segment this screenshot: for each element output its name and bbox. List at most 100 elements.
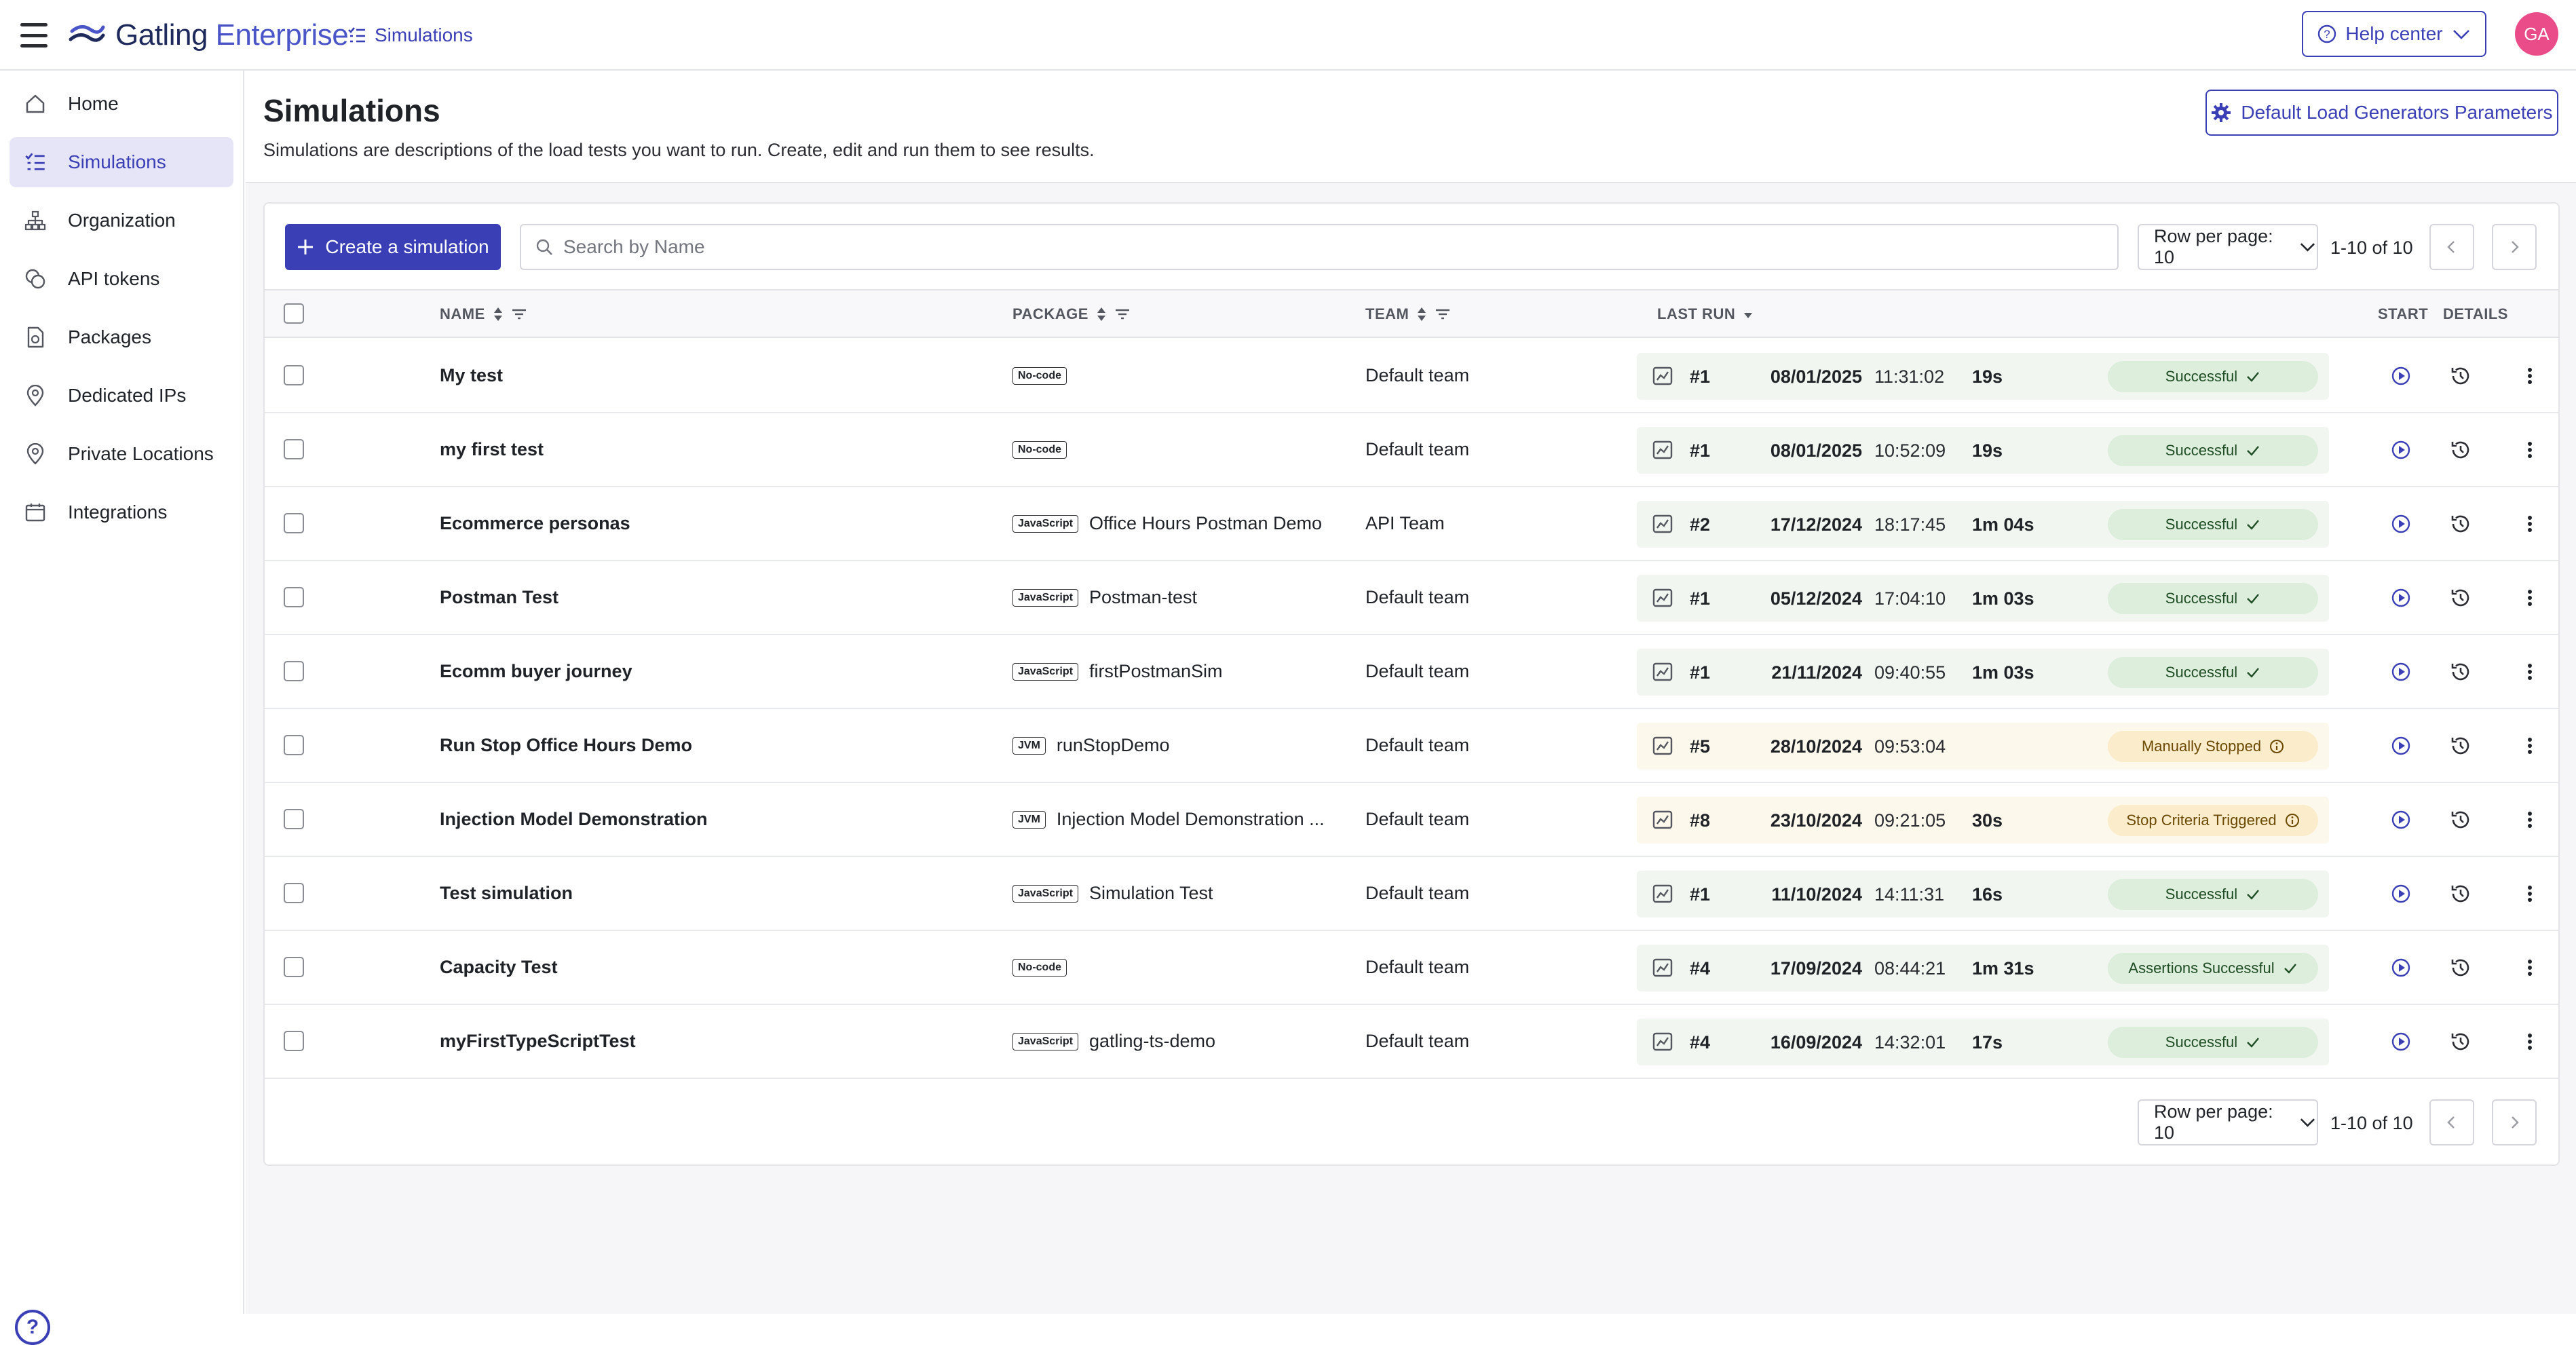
last-run-cell[interactable]: #1 21/11/2024 09:40:55 1m 03s Successful: [1637, 649, 2329, 696]
run-history-button[interactable]: [2447, 1028, 2474, 1055]
help-icon[interactable]: ?: [15, 1310, 50, 1345]
start-simulation-button[interactable]: [2387, 510, 2414, 537]
app-logo[interactable]: Gatling Enterprise: [68, 15, 349, 56]
row-checkbox[interactable]: [284, 661, 304, 681]
create-simulation-button[interactable]: Create a simulation: [285, 224, 501, 270]
last-run-cell[interactable]: #4 17/09/2024 08:44:21 1m 31s Assertions Suc…: [1637, 945, 2329, 991]
table-row[interactable]: Ecomm buyer journey JavaScript firstPostma…: [265, 635, 2558, 709]
run-history-button[interactable]: [2447, 806, 2474, 833]
simulation-name[interactable]: Run Stop Office Hours Demo: [440, 709, 692, 782]
start-simulation-button[interactable]: [2387, 954, 2414, 981]
sidebar-item-private-locations[interactable]: Private Locations: [10, 429, 233, 479]
footer-next-page-button[interactable]: [2492, 1099, 2537, 1145]
run-history-button[interactable]: [2447, 584, 2474, 611]
row-checkbox[interactable]: [284, 809, 304, 829]
row-more-menu-button[interactable]: [2516, 658, 2543, 685]
last-run-cell[interactable]: #1 11/10/2024 14:11:31 16s Successful: [1637, 871, 2329, 917]
table-row[interactable]: Test simulation JavaScript Simulation Test…: [265, 857, 2558, 931]
table-row[interactable]: Run Stop Office Hours Demo JVM runStopDemo…: [265, 709, 2558, 783]
hamburger-menu-icon[interactable]: [20, 23, 48, 48]
start-simulation-button[interactable]: [2387, 362, 2414, 390]
simulation-name[interactable]: my first test: [440, 413, 544, 486]
column-team[interactable]: TEAM: [1365, 290, 1451, 338]
next-page-button[interactable]: [2492, 224, 2537, 270]
help-center-button[interactable]: ? Help center: [2302, 11, 2486, 57]
last-run-cell[interactable]: #1 08/01/2025 11:31:02 19s Successful: [1637, 353, 2329, 400]
start-simulation-button[interactable]: [2387, 880, 2414, 907]
row-checkbox[interactable]: [284, 1031, 304, 1051]
row-checkbox[interactable]: [284, 439, 304, 459]
table-row[interactable]: myFirstTypeScriptTest JavaScript gatling-t…: [265, 1005, 2558, 1079]
user-avatar[interactable]: GA: [2515, 12, 2558, 56]
sidebar-item-integrations[interactable]: Integrations: [10, 487, 233, 537]
simulation-name[interactable]: Capacity Test: [440, 931, 558, 1004]
rows-per-page-select[interactable]: Row per page: 10: [2138, 224, 2318, 270]
run-history-button[interactable]: [2447, 880, 2474, 907]
row-more-menu-button[interactable]: [2516, 1028, 2543, 1055]
row-more-menu-button[interactable]: [2516, 806, 2543, 833]
simulation-name[interactable]: Test simulation: [440, 857, 573, 930]
row-checkbox[interactable]: [284, 957, 304, 977]
row-checkbox[interactable]: [284, 587, 304, 607]
table-row[interactable]: Postman Test JavaScript Postman-test Defaul…: [265, 561, 2558, 635]
start-simulation-button[interactable]: [2387, 1028, 2414, 1055]
footer-previous-page-button[interactable]: [2429, 1099, 2474, 1145]
table-row[interactable]: Injection Model Demonstration JVM Injectio…: [265, 783, 2558, 857]
search-input[interactable]: [563, 236, 2056, 258]
row-checkbox[interactable]: [284, 883, 304, 903]
row-more-menu-button[interactable]: [2516, 584, 2543, 611]
row-more-menu-button[interactable]: [2516, 436, 2543, 463]
start-simulation-button[interactable]: [2387, 732, 2414, 759]
last-run-cell[interactable]: #4 16/09/2024 14:32:01 17s Successful: [1637, 1019, 2329, 1065]
sidebar-item-simulations[interactable]: Simulations: [10, 137, 233, 187]
sidebar-item-api-tokens[interactable]: API tokens: [10, 254, 233, 304]
sidebar-item-home[interactable]: Home: [10, 79, 233, 129]
simulation-name[interactable]: My test: [440, 339, 503, 412]
row-checkbox[interactable]: [284, 735, 304, 755]
previous-page-button[interactable]: [2429, 224, 2474, 270]
select-all-checkbox[interactable]: [284, 303, 304, 324]
row-more-menu-button[interactable]: [2516, 510, 2543, 537]
row-more-menu-button[interactable]: [2516, 362, 2543, 390]
sidebar-item-packages[interactable]: Packages: [10, 312, 233, 362]
table-row[interactable]: Ecommerce personas JavaScript Office Hours…: [265, 487, 2558, 561]
run-history-button[interactable]: [2447, 954, 2474, 981]
run-history-button[interactable]: [2447, 510, 2474, 537]
simulation-name[interactable]: Ecomm buyer journey: [440, 635, 632, 708]
start-simulation-button[interactable]: [2387, 436, 2414, 463]
sidebar-item-organization[interactable]: Organization: [10, 195, 233, 246]
run-history-button[interactable]: [2447, 436, 2474, 463]
column-name[interactable]: NAME: [440, 290, 527, 338]
start-simulation-button[interactable]: [2387, 806, 2414, 833]
more-vertical-icon: [2526, 587, 2534, 609]
table-row[interactable]: my first test No-code Default team #1 08/01/…: [265, 413, 2558, 487]
start-simulation-button[interactable]: [2387, 658, 2414, 685]
row-more-menu-button[interactable]: [2516, 954, 2543, 981]
row-checkbox[interactable]: [284, 513, 304, 533]
run-history-button[interactable]: [2447, 658, 2474, 685]
last-run-cell[interactable]: #8 23/10/2024 09:21:05 30s Stop Criteria Tri…: [1637, 797, 2329, 844]
sidebar-item-dedicated-ips[interactable]: Dedicated IPs: [10, 371, 233, 421]
table-row[interactable]: My test No-code Default team #1 08/01/2025 11…: [265, 339, 2558, 413]
last-run-cell[interactable]: #1 05/12/2024 17:04:10 1m 03s Successful: [1637, 575, 2329, 622]
table-row[interactable]: Capacity Test No-code Default team #4 17/09/…: [265, 931, 2558, 1005]
column-package[interactable]: PACKAGE: [1012, 290, 1131, 338]
simulation-name[interactable]: Injection Model Demonstration: [440, 783, 708, 856]
last-run-cell[interactable]: #5 28/10/2024 09:53:04 Manually Stopped: [1637, 723, 2329, 770]
row-checkbox[interactable]: [284, 365, 304, 385]
last-run-cell[interactable]: #1 08/01/2025 10:52:09 19s Successful: [1637, 427, 2329, 474]
simulation-name[interactable]: Ecommerce personas: [440, 487, 630, 560]
row-more-menu-button[interactable]: [2516, 880, 2543, 907]
simulation-name[interactable]: Postman Test: [440, 561, 558, 634]
start-simulation-button[interactable]: [2387, 584, 2414, 611]
footer-rows-per-page-select[interactable]: Row per page: 10: [2138, 1099, 2318, 1145]
column-last-run[interactable]: LAST RUN: [1657, 290, 1754, 338]
breadcrumb[interactable]: Simulations: [347, 19, 473, 52]
run-history-button[interactable]: [2447, 362, 2474, 390]
default-load-generators-button[interactable]: Default Load Generators Parameters: [2205, 90, 2558, 136]
simulation-name[interactable]: myFirstTypeScriptTest: [440, 1005, 636, 1078]
search-box[interactable]: [520, 224, 2119, 270]
run-history-button[interactable]: [2447, 732, 2474, 759]
row-more-menu-button[interactable]: [2516, 732, 2543, 759]
last-run-cell[interactable]: #2 17/12/2024 18:17:45 1m 04s Successful: [1637, 501, 2329, 548]
